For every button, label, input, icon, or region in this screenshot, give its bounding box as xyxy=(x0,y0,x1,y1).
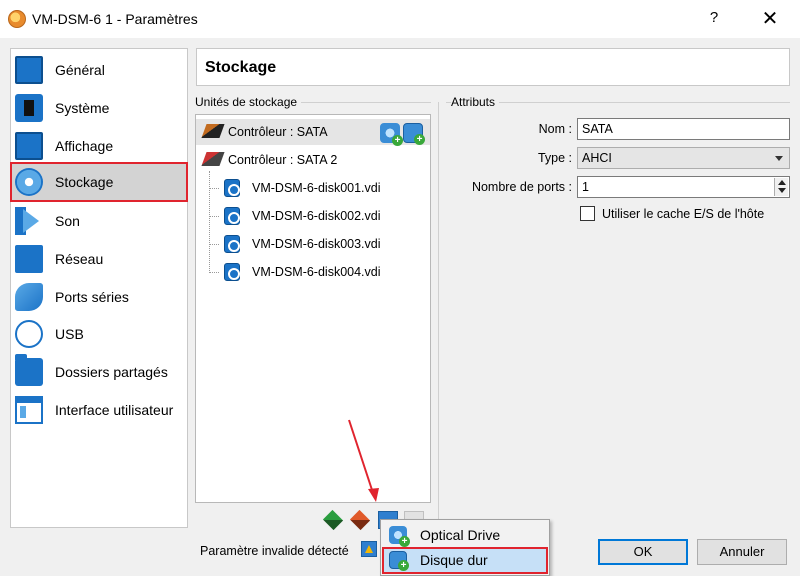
controller-label: Contrôleur : SATA xyxy=(228,125,328,139)
tree-row-disk[interactable]: VM-DSM-6-disk003.vdi xyxy=(196,231,430,257)
menu-item-label: Optical Drive xyxy=(420,527,501,543)
cancel-button[interactable]: Annuler xyxy=(697,539,787,565)
add-optical-drive-icon[interactable]: + xyxy=(380,123,403,146)
page-header: Stockage xyxy=(196,48,790,86)
sidebar-item-general[interactable]: Général xyxy=(11,51,187,89)
sidebar-item-label: Ports séries xyxy=(55,289,129,305)
virtualbox-app-icon xyxy=(8,10,26,28)
sidebar-item-display[interactable]: Affichage xyxy=(11,127,187,165)
add-controller-icon[interactable] xyxy=(322,509,344,531)
display-icon xyxy=(15,132,43,160)
optical-drive-icon: + xyxy=(389,526,410,547)
disk-label: VM-DSM-6-disk002.vdi xyxy=(252,209,381,223)
hard-disk-icon xyxy=(224,263,240,281)
ok-button[interactable]: OK xyxy=(598,539,688,565)
monitor-icon xyxy=(15,56,43,84)
name-field[interactable]: SATA xyxy=(577,118,790,140)
sata-controller-icon xyxy=(201,124,225,138)
chevron-down-icon xyxy=(775,156,783,161)
tree-row-disk[interactable]: VM-DSM-6-disk002.vdi xyxy=(196,203,430,229)
invalid-settings-label: Paramètre invalide détecté xyxy=(200,544,349,558)
sidebar-item-network[interactable]: Réseau xyxy=(11,240,187,278)
sata-controller-icon xyxy=(201,152,225,166)
hard-disk-icon xyxy=(224,235,240,253)
panel-divider xyxy=(438,102,439,526)
ports-spinbox[interactable]: 1 xyxy=(577,176,790,198)
window-title: VM-DSM-6 1 - Paramètres xyxy=(32,11,198,27)
close-button[interactable]: ✕ xyxy=(758,6,782,31)
add-attachment-menu: + Optical Drive + Disque dur xyxy=(380,519,550,576)
storage-group-label: Unités de stockage xyxy=(195,95,302,109)
tree-row-controller-sata[interactable]: Contrôleur : SATA + + xyxy=(196,119,430,146)
serial-port-icon xyxy=(15,283,43,311)
disk-label: VM-DSM-6-disk004.vdi xyxy=(252,265,381,279)
sidebar-item-user-interface[interactable]: Interface utilisateur xyxy=(11,391,187,429)
controller-label: Contrôleur : SATA 2 xyxy=(228,153,338,167)
sidebar-item-usb[interactable]: USB xyxy=(11,315,187,353)
usb-icon xyxy=(15,320,43,348)
sidebar-item-label: Stockage xyxy=(55,174,114,190)
tree-row-disk[interactable]: VM-DSM-6-disk001.vdi xyxy=(196,175,430,201)
spin-arrows-icon[interactable] xyxy=(774,178,788,196)
sidebar-item-label: Son xyxy=(55,213,80,229)
speaker-icon xyxy=(15,207,43,235)
host-io-cache-label: Utiliser le cache E/S de l'hôte xyxy=(602,207,765,221)
tree-row-disk[interactable]: VM-DSM-6-disk004.vdi xyxy=(196,259,430,285)
disk-label: VM-DSM-6-disk003.vdi xyxy=(252,237,381,251)
settings-sidebar: Général Système Affichage Stockage Son R… xyxy=(10,48,188,528)
sidebar-item-shared-folders[interactable]: Dossiers partagés xyxy=(11,353,187,391)
remove-controller-icon[interactable] xyxy=(349,509,371,531)
sidebar-item-label: Dossiers partagés xyxy=(55,364,168,380)
attributes-group-label: Attributs xyxy=(451,95,500,109)
sidebar-item-system[interactable]: Système xyxy=(11,89,187,127)
storage-tree[interactable]: Contrôleur : SATA + + Contrôleur : SATA … xyxy=(195,114,431,503)
warning-icon[interactable] xyxy=(361,541,377,557)
storage-disc-icon xyxy=(15,168,43,196)
ports-value: 1 xyxy=(582,180,589,194)
sidebar-item-label: Interface utilisateur xyxy=(55,402,174,418)
hard-disk-icon: + xyxy=(389,551,409,571)
menu-item-optical-drive[interactable]: + Optical Drive xyxy=(383,523,547,548)
sidebar-item-label: Réseau xyxy=(55,251,104,267)
ports-label: Nombre de ports : xyxy=(471,180,572,194)
page-title: Stockage xyxy=(205,59,277,76)
type-label: Type : xyxy=(537,151,572,165)
menu-item-hard-disk[interactable]: + Disque dur xyxy=(382,547,548,574)
sidebar-item-label: Système xyxy=(55,100,110,116)
network-icon xyxy=(15,245,43,273)
user-interface-icon xyxy=(15,396,43,424)
tree-row-controller-sata2[interactable]: Contrôleur : SATA 2 xyxy=(196,147,430,173)
help-button[interactable]: ? xyxy=(704,9,724,26)
hard-disk-icon xyxy=(224,179,240,197)
folder-icon xyxy=(15,354,43,386)
sidebar-item-label: Général xyxy=(55,62,105,78)
hard-disk-icon xyxy=(224,207,240,225)
host-io-cache-checkbox[interactable] xyxy=(580,206,595,221)
title-bar: VM-DSM-6 1 - Paramètres ? ✕ xyxy=(0,0,800,38)
name-label: Nom : xyxy=(538,122,572,136)
sidebar-item-storage[interactable]: Stockage xyxy=(10,162,188,202)
sidebar-item-serial-ports[interactable]: Ports séries xyxy=(11,278,187,316)
add-hard-disk-icon[interactable]: + xyxy=(403,123,425,145)
type-select-value: AHCI xyxy=(582,151,612,165)
menu-item-label: Disque dur xyxy=(420,552,488,568)
sidebar-item-label: Affichage xyxy=(55,138,114,154)
chip-icon xyxy=(15,94,43,122)
type-select[interactable]: AHCI xyxy=(577,147,790,169)
sidebar-item-audio[interactable]: Son xyxy=(11,202,187,240)
disk-label: VM-DSM-6-disk001.vdi xyxy=(252,181,381,195)
sidebar-item-label: USB xyxy=(55,326,84,342)
